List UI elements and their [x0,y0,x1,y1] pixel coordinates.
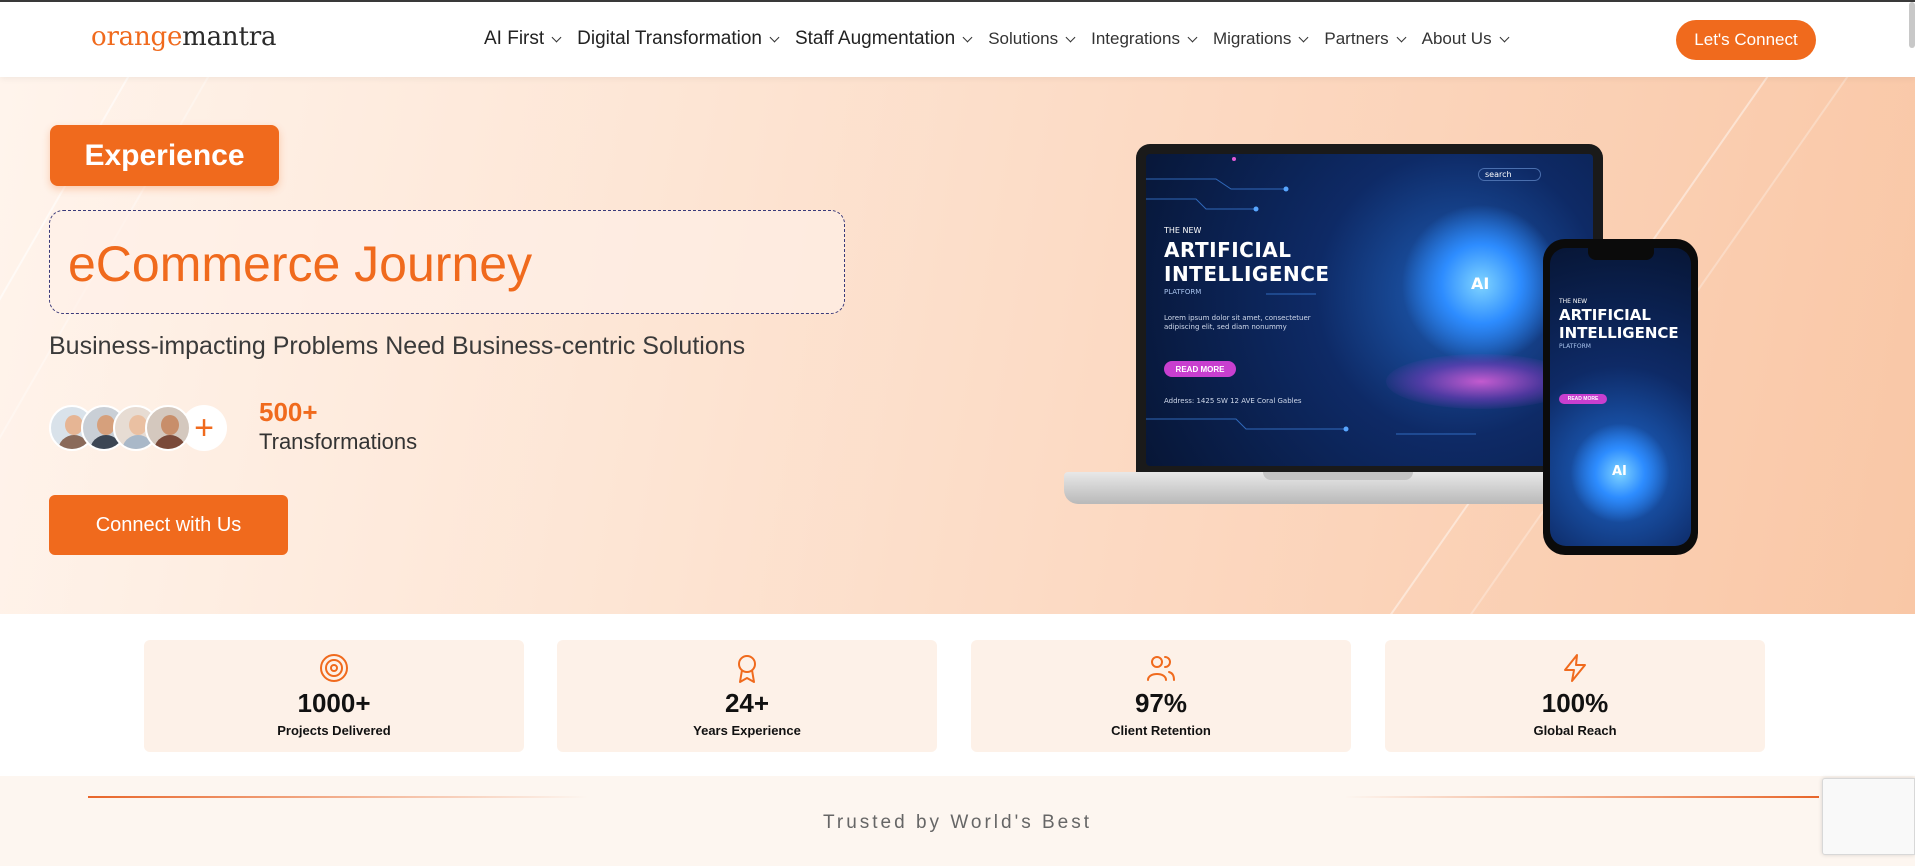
logo-part-orange: orange [91,22,183,52]
nav-item-label: About Us [1421,29,1492,48]
screen-address: Address: 1425 SW 12 AVE Coral Gables [1164,397,1302,405]
users-icon [1147,656,1175,681]
screen-title-line1: ARTIFICIAL [1164,238,1292,262]
headline-box: eCommerce Journey [49,210,845,314]
stat-value: 1000+ [297,688,371,718]
stats-section: 1000+ Projects Delivered 24+ Years Exper… [0,614,1915,776]
phone-title-line2: INTELLIGENCE [1559,324,1679,342]
phone-title-line1: ARTIFICIAL [1559,306,1651,324]
nav-item-label: Solutions [988,29,1059,48]
stat-card-retention: 97% Client Retention [971,640,1351,752]
nav-item-partners[interactable]: Partners [1324,29,1407,49]
main-nav: AI First Digital Transformation Staff Au… [484,28,1525,50]
nav-item-ai-first[interactable]: AI First [484,28,562,50]
nav-item-digital-transformation[interactable]: Digital Transformation [577,28,780,50]
screen-ai-badge: AI [1471,274,1490,293]
phone-illustration: THE NEW ARTIFICIAL INTELLIGENCE PLATFORM… [1543,239,1698,555]
stat-card-reach: 100% Global Reach [1385,640,1765,752]
phone-eyebrow: THE NEW [1559,298,1588,305]
chevron-down-icon [1396,32,1407,42]
avatar-group: + [49,405,227,453]
nav-item-migrations[interactable]: Migrations [1212,29,1309,49]
chevron-down-icon [1187,32,1198,42]
phone-screen-content: THE NEW ARTIFICIAL INTELLIGENCE PLATFORM… [1550,248,1691,546]
chevron-down-icon [769,32,780,42]
stat-value: 97% [1134,688,1188,718]
nav-item-label: Digital Transformation [577,28,762,49]
laptop-illustration: search THE NEW ARTIFICIAL INTELLIGENCE P… [1136,144,1603,472]
stat-label: Global Reach [1533,723,1617,738]
site-header: orangemantra AI First Digital Transforma… [0,2,1915,77]
chevron-down-icon [1065,32,1076,42]
divider-right [1344,796,1819,798]
hero-section: Experience eCommerce Journey Business-im… [0,77,1915,614]
trusted-section: Trusted by World's Best [0,776,1915,866]
transformations-count: 500+ [259,397,318,427]
avatar-head [161,415,179,435]
laptop-screen-content: search THE NEW ARTIFICIAL INTELLIGENCE P… [1146,154,1593,466]
connect-with-us-button[interactable]: Connect with Us [49,495,288,555]
trusted-heading: Trusted by World's Best [822,812,1093,833]
screen-eyebrow: THE NEW [1164,226,1202,235]
target-icon [320,654,348,682]
nav-item-label: Integrations [1091,29,1180,48]
nav-item-integrations[interactable]: Integrations [1091,29,1198,49]
phone-read-more: READ MORE [1559,394,1607,404]
logo[interactable]: orangemantra [91,22,276,52]
phone-platform: PLATFORM [1559,343,1591,350]
hero-subline: Business-impacting Problems Need Busines… [49,332,746,360]
stat-card-projects: 1000+ Projects Delivered [144,640,524,752]
laptop-notch [1263,472,1413,480]
screen-platform: PLATFORM [1164,288,1202,296]
recaptcha-badge[interactable] [1822,778,1915,855]
lightning-icon [1564,654,1586,682]
hero-headline: eCommerce Journey [68,236,533,292]
screen-search-box: search [1478,168,1541,181]
nav-item-solutions[interactable]: Solutions [988,29,1076,49]
chevron-down-icon [962,32,973,42]
chevron-down-icon [551,32,562,42]
nav-item-label: Staff Augmentation [794,28,956,49]
screen-body: Lorem ipsum dolor sit amet, consectetuer… [1164,314,1311,331]
chevron-down-icon [1298,32,1309,42]
lets-connect-button[interactable]: Let's Connect [1676,20,1816,60]
logo-part-mantra: mantra [182,22,277,52]
avatar [145,405,191,451]
stat-label: Projects Delivered [277,723,391,738]
stat-value: 24+ [724,688,770,718]
nav-item-label: Migrations [1212,29,1292,48]
chevron-down-icon [1499,32,1510,42]
nav-item-label: AI First [484,28,545,49]
avatar-body [154,435,186,449]
divider-left [88,796,588,798]
stat-value: 100% [1541,688,1609,718]
nav-item-label: Partners [1324,29,1389,48]
transformations-label: Transformations [259,429,418,454]
phone-ai-badge: AI [1612,464,1627,479]
stat-label: Client Retention [1111,723,1211,738]
nav-item-staff-augmentation[interactable]: Staff Augmentation [794,28,973,50]
page-scrollbar[interactable] [1909,2,1915,48]
phone-notch [1588,248,1654,260]
stat-card-years: 24+ Years Experience [557,640,937,752]
stat-label: Years Experience [693,723,801,738]
screen-read-more: READ MORE [1164,361,1236,377]
experience-badge: Experience [50,125,279,186]
nav-item-about-us[interactable]: About Us [1421,29,1510,49]
screen-title-line2: INTELLIGENCE [1164,262,1330,286]
award-icon [738,655,756,683]
